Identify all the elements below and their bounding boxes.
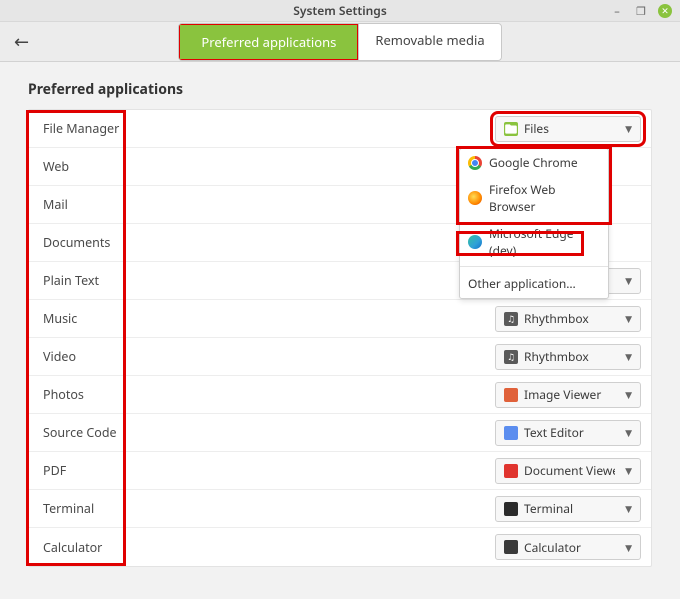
image-viewer-icon <box>504 388 518 402</box>
dropdown-item-edge[interactable]: Microsoft Edge (dev) <box>460 220 608 264</box>
row-video: Video ♫ Rhythmbox ▼ <box>29 338 651 376</box>
dropdown-separator <box>460 266 608 267</box>
chevron-down-icon: ▼ <box>625 274 632 287</box>
row-label: Calculator <box>29 539 126 556</box>
rhythmbox-icon: ♫ <box>504 312 518 326</box>
row-label: Mail <box>29 196 126 213</box>
combo-value: Rhythmbox <box>524 310 615 327</box>
row-label: PDF <box>29 462 126 479</box>
toolbar: ← Preferred applications Removable media <box>0 22 680 62</box>
tab-removable-media[interactable]: Removable media <box>358 24 500 60</box>
chevron-down-icon: ▼ <box>625 464 632 477</box>
combo-value: Document Viewer <box>524 462 615 479</box>
back-button[interactable]: ← <box>14 30 29 54</box>
maximize-icon[interactable]: ❐ <box>634 4 648 18</box>
combo-video[interactable]: ♫ Rhythmbox ▼ <box>495 344 641 370</box>
chevron-down-icon: ▼ <box>625 312 632 325</box>
files-icon <box>504 122 518 136</box>
row-label: Web <box>29 158 126 175</box>
chevron-down-icon: ▼ <box>625 350 632 363</box>
combo-file-manager[interactable]: Files ▼ <box>495 116 641 142</box>
dropdown-item-label: Microsoft Edge (dev) <box>489 225 600 259</box>
chevron-down-icon: ▼ <box>625 388 632 401</box>
row-label: Documents <box>29 234 126 251</box>
row-label: Terminal <box>29 500 126 517</box>
dropdown-item-firefox[interactable]: Firefox Web Browser <box>460 176 608 220</box>
combo-music[interactable]: ♫ Rhythmbox ▼ <box>495 306 641 332</box>
combo-terminal[interactable]: Terminal ▼ <box>495 496 641 522</box>
dropdown-item-chrome[interactable]: Google Chrome <box>460 149 608 176</box>
row-label: Photos <box>29 386 126 403</box>
minimize-icon[interactable]: – <box>610 4 624 18</box>
row-pdf: PDF Document Viewer ▼ <box>29 452 651 490</box>
chevron-down-icon: ▼ <box>625 122 632 135</box>
window-title: System Settings <box>293 2 386 19</box>
tab-group: Preferred applications Removable media <box>178 23 501 61</box>
row-label: File Manager <box>29 120 126 137</box>
section-title: Preferred applications <box>28 80 652 99</box>
close-icon[interactable]: ✕ <box>658 4 672 18</box>
row-source-code: Source Code Text Editor ▼ <box>29 414 651 452</box>
window-controls: – ❐ ✕ <box>610 0 672 22</box>
firefox-icon <box>468 191 482 205</box>
tab-label: Removable media <box>375 31 484 49</box>
content-area: Preferred applications File Manager File… <box>0 62 680 567</box>
row-label: Plain Text <box>29 272 126 289</box>
tab-label: Preferred applications <box>201 33 336 51</box>
text-editor-icon <box>504 426 518 440</box>
combo-value: Files <box>524 120 615 137</box>
dropdown-item-other[interactable]: Other application… <box>460 269 608 298</box>
combo-value: Rhythmbox <box>524 348 615 365</box>
edge-icon <box>468 235 482 249</box>
row-music: Music ♫ Rhythmbox ▼ <box>29 300 651 338</box>
combo-photos[interactable]: Image Viewer ▼ <box>495 382 641 408</box>
combo-value: Terminal <box>524 500 615 517</box>
rhythmbox-icon: ♫ <box>504 350 518 364</box>
combo-value: Calculator <box>524 539 615 556</box>
web-dropdown-menu[interactable]: Google Chrome Firefox Web Browser Micros… <box>459 148 609 299</box>
chevron-down-icon: ▼ <box>625 541 632 554</box>
combo-source-code[interactable]: Text Editor ▼ <box>495 420 641 446</box>
terminal-icon <box>504 502 518 516</box>
document-viewer-icon <box>504 464 518 478</box>
row-terminal: Terminal Terminal ▼ <box>29 490 651 528</box>
combo-pdf[interactable]: Document Viewer ▼ <box>495 458 641 484</box>
row-photos: Photos Image Viewer ▼ <box>29 376 651 414</box>
chevron-down-icon: ▼ <box>625 426 632 439</box>
combo-value: Image Viewer <box>524 386 615 403</box>
combo-calculator[interactable]: Calculator ▼ <box>495 534 641 560</box>
titlebar: System Settings – ❐ ✕ <box>0 0 680 22</box>
dropdown-item-label: Firefox Web Browser <box>489 181 600 215</box>
dropdown-item-label: Google Chrome <box>489 154 578 171</box>
row-label: Video <box>29 348 126 365</box>
row-calculator: Calculator Calculator ▼ <box>29 528 651 566</box>
calculator-icon <box>504 540 518 554</box>
dropdown-item-label: Other application… <box>468 275 576 292</box>
chrome-icon <box>468 156 482 170</box>
row-label: Music <box>29 310 126 327</box>
combo-value: Text Editor <box>524 424 615 441</box>
row-file-manager: File Manager Files ▼ <box>29 110 651 148</box>
chevron-down-icon: ▼ <box>625 502 632 515</box>
row-label: Source Code <box>29 424 126 441</box>
tab-preferred-applications[interactable]: Preferred applications <box>179 24 358 60</box>
